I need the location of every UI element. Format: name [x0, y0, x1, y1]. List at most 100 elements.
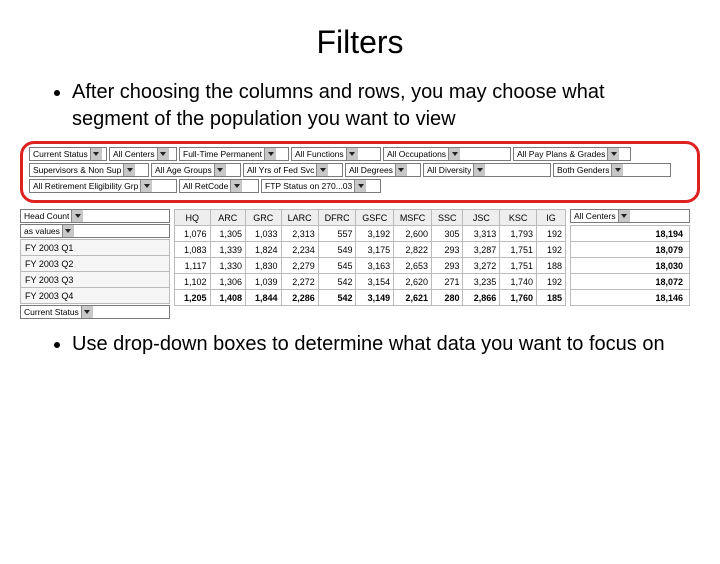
column-header: KSC: [500, 210, 537, 226]
cell: 1,793: [500, 226, 537, 242]
cell: 1,305: [210, 226, 246, 242]
cell: 2,272: [281, 274, 318, 290]
totals-table: 18,19418,07918,03018,07218,146: [570, 225, 690, 306]
table-row: 1,1171,3301,8302,2795453,1632,6532933,27…: [175, 258, 566, 274]
filter-select[interactable]: Full-Time Permanent: [179, 147, 289, 161]
grid-wrap: HQARCGRCLARCDFRCGSFCMSFCSSCJSCKSCIG1,076…: [174, 209, 566, 306]
chevron-down-icon: [123, 164, 135, 176]
chevron-down-icon: [611, 164, 623, 176]
select-label: All Centers: [574, 210, 616, 222]
cell: 2,822: [394, 242, 432, 258]
filter-select[interactable]: All Functions: [291, 147, 381, 161]
page-title: Filters: [0, 24, 720, 61]
cell: 2,866: [463, 290, 500, 306]
total-cell: 18,194: [571, 226, 690, 242]
cell: 305: [432, 226, 463, 242]
filter-select[interactable]: Head Count: [20, 209, 170, 223]
chevron-down-icon: [395, 164, 407, 176]
filter-select[interactable]: All Diversity: [423, 163, 551, 177]
filter-select[interactable]: All Retirement Eligibility Grp: [29, 179, 177, 193]
filter-select[interactable]: Supervisors & Non Sup: [29, 163, 149, 177]
cell: 1,076: [175, 226, 211, 242]
cell: 2,600: [394, 226, 432, 242]
cell: 1,306: [210, 274, 246, 290]
left-select-stack: Head Countas values FY 2003 Q1FY 2003 Q2…: [20, 209, 170, 319]
chevron-down-icon: [346, 148, 358, 160]
cell: 542: [318, 290, 356, 306]
cell: 192: [536, 242, 565, 258]
filter-row: All Retirement Eligibility Grp All RetCod…: [29, 179, 691, 193]
cell: 1,039: [246, 274, 282, 290]
cell: 1,102: [175, 274, 211, 290]
filter-select[interactable]: All Age Groups: [151, 163, 241, 177]
cell: 3,287: [463, 242, 500, 258]
filter-select[interactable]: as values: [20, 224, 170, 238]
cell: 1,339: [210, 242, 246, 258]
cell: 3,192: [356, 226, 394, 242]
cell: 2,286: [281, 290, 318, 306]
cell: 3,154: [356, 274, 394, 290]
cell: 1,751: [500, 242, 537, 258]
chevron-down-icon: [607, 148, 619, 160]
filter-select[interactable]: All Centers: [570, 209, 690, 223]
filter-select[interactable]: All Pay Plans & Grades: [513, 147, 631, 161]
cell: 188: [536, 258, 565, 274]
filter-select[interactable]: All Degrees: [345, 163, 421, 177]
cell: 1,033: [246, 226, 282, 242]
cell: 3,313: [463, 226, 500, 242]
cell: 192: [536, 274, 565, 290]
cell: 3,149: [356, 290, 394, 306]
filter-select[interactable]: Current Status: [20, 305, 170, 319]
cell: 1,205: [175, 290, 211, 306]
filter-select[interactable]: All RetCode: [179, 179, 259, 193]
select-label: Current Status: [33, 148, 88, 160]
bullets-top: After choosing the columns and rows, you…: [0, 79, 720, 133]
column-header: ARC: [210, 210, 246, 226]
filter-select[interactable]: Current Status: [29, 147, 107, 161]
filter-select[interactable]: All Occupations: [383, 147, 511, 161]
select-label: All Yrs of Fed Svc: [247, 164, 314, 176]
select-label: as values: [24, 225, 60, 237]
select-label: Head Count: [24, 210, 69, 222]
cell: 557: [318, 226, 356, 242]
cell: 2,279: [281, 258, 318, 274]
chevron-down-icon: [448, 148, 460, 160]
cell: 293: [432, 258, 463, 274]
table-row: 1,1021,3061,0392,2725423,1542,6202713,23…: [175, 274, 566, 290]
cell: 549: [318, 242, 356, 258]
filter-select[interactable]: All Yrs of Fed Svc: [243, 163, 343, 177]
total-cell: 18,030: [571, 258, 690, 274]
filter-select[interactable]: All Centers: [109, 147, 177, 161]
cell: 2,653: [394, 258, 432, 274]
column-header: GSFC: [356, 210, 394, 226]
chevron-down-icon: [473, 164, 485, 176]
select-label: All RetCode: [183, 180, 228, 192]
select-label: All Pay Plans & Grades: [517, 148, 605, 160]
filter-row: Current Status All Centers Full-Time Perma…: [29, 147, 691, 161]
chevron-down-icon: [214, 164, 226, 176]
filter-select[interactable]: Both Genders: [553, 163, 671, 177]
select-label: All Functions: [295, 148, 344, 160]
cell: 542: [318, 274, 356, 290]
column-header: SSC: [432, 210, 463, 226]
select-label: All Retirement Eligibility Grp: [33, 180, 138, 192]
select-label: All Diversity: [427, 164, 471, 176]
cell: 192: [536, 226, 565, 242]
filter-panel: Current Status All Centers Full-Time Perma…: [20, 141, 700, 203]
column-header: DFRC: [318, 210, 356, 226]
filter-select[interactable]: FTP Status on 270...03: [261, 179, 381, 193]
row-label: FY 2003 Q3: [21, 272, 170, 288]
column-header: LARC: [281, 210, 318, 226]
table-row: 1,0831,3391,8242,2345493,1752,8222933,28…: [175, 242, 566, 258]
column-header: JSC: [463, 210, 500, 226]
cell: 3,163: [356, 258, 394, 274]
slide: Filters After choosing the columns and r…: [0, 24, 720, 564]
cell: 1,117: [175, 258, 211, 274]
screenshot-region: Current Status All Centers Full-Time Perma…: [20, 141, 700, 319]
chevron-down-icon: [618, 210, 630, 222]
total-cell: 18,072: [571, 274, 690, 290]
column-header: GRC: [246, 210, 282, 226]
cell: 1,083: [175, 242, 211, 258]
select-label: Full-Time Permanent: [183, 148, 262, 160]
table-row: 1,0761,3051,0332,3135573,1922,6003053,31…: [175, 226, 566, 242]
